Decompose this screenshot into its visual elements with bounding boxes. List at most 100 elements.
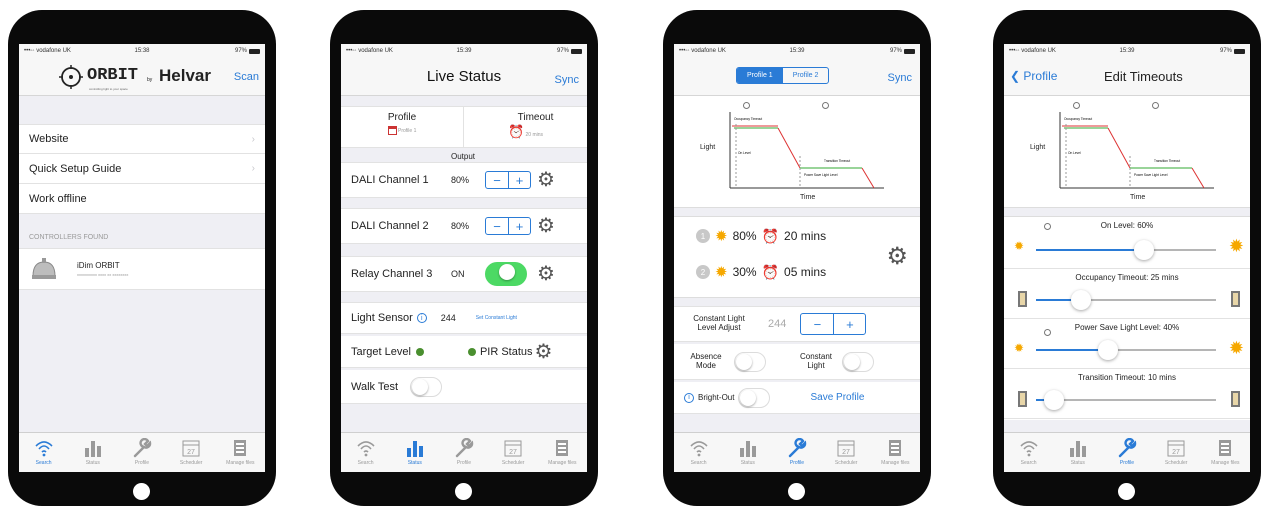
menu-item-quick-setup[interactable]: Quick Setup Guide › (19, 154, 265, 184)
tab-scheduler[interactable]: 27 Scheduler (823, 438, 869, 466)
dali-channel-2-row: DALI Channel 2 80% − + ⚙ (341, 208, 587, 244)
brand-name: Helvar (159, 66, 211, 85)
home-button[interactable] (133, 483, 150, 500)
constant-light-stepper[interactable]: − + (800, 313, 867, 335)
sync-button[interactable]: Sync (888, 72, 912, 84)
transition-slider-row: Transition Timeout: 10 mins (1004, 369, 1250, 419)
dimmer-stepper[interactable]: − + (485, 171, 531, 189)
tab-search[interactable]: Search (343, 438, 389, 466)
walk-test-toggle[interactable] (410, 376, 443, 397)
svg-text:Power Save Light Level: Power Save Light Level (1134, 173, 1168, 177)
set-constant-light-button[interactable]: Set Constant Light (476, 315, 517, 321)
tab-status[interactable]: Status (1055, 438, 1101, 466)
file-icon (556, 440, 569, 456)
page-title: Edit Timeouts (1104, 69, 1183, 84)
phone-3: •••◦◦ vodafone UK 15:39 97% Profile 1 Pr… (663, 10, 931, 506)
gear-icon[interactable]: ⚙ (537, 264, 555, 284)
section-header: CONTROLLERS FOUND (29, 234, 109, 241)
time-value: 20 mins (784, 229, 827, 243)
sync-button[interactable]: Sync (555, 74, 579, 86)
tab-status[interactable]: Status (725, 438, 771, 466)
info-icon[interactable]: i (684, 392, 694, 403)
minus-button[interactable]: − (801, 314, 833, 334)
bright-out-toggle[interactable] (738, 387, 771, 408)
relay-name: Relay Channel 3 (351, 268, 433, 280)
gear-icon[interactable]: ⚙ (886, 245, 908, 269)
dimmer-stepper[interactable]: − + (485, 217, 531, 235)
plus-button[interactable]: + (508, 172, 530, 188)
gear-icon[interactable]: ⚙ (537, 170, 555, 190)
gear-icon[interactable]: ⚙ (537, 216, 555, 236)
scan-button[interactable]: Scan (234, 71, 259, 83)
tab-manage-files[interactable]: Manage files (872, 438, 918, 466)
tab-profile[interactable]: Profile (774, 438, 820, 466)
wifi-icon (357, 441, 375, 457)
timeout-cell[interactable]: Timeout ⏰ 20 mins (464, 107, 587, 147)
profile-cell[interactable]: Profile Profile 1 (341, 107, 464, 147)
profile-row-2[interactable]: 2 ✹ 30% ⏰ 05 mins (696, 263, 826, 281)
svg-text:27: 27 (842, 449, 850, 456)
logo-text: ORBIT (87, 66, 139, 85)
tab-profile[interactable]: Profile (1104, 438, 1150, 466)
tab-scheduler[interactable]: 27 Scheduler (168, 438, 214, 466)
alarm-clock-icon: ⏰ (507, 124, 525, 139)
plus-button[interactable]: + (833, 314, 865, 334)
home-button[interactable] (455, 483, 472, 500)
menu-item-website[interactable]: Website › (19, 124, 265, 154)
minus-button[interactable]: − (486, 172, 508, 188)
minus-button[interactable]: − (486, 218, 508, 234)
plus-button[interactable]: + (508, 218, 530, 234)
status-bar: •••◦◦ vodafone UK 15:39 97% (341, 44, 587, 58)
segment-profile-2[interactable]: Profile 2 (783, 68, 829, 83)
tab-profile[interactable]: Profile (119, 438, 165, 466)
profile-graph: Light Time Occupancy Timeout On Level Tr… (674, 96, 920, 208)
constant-light-toggle[interactable] (842, 351, 874, 372)
occupancy-slider[interactable] (1036, 290, 1216, 310)
home-button[interactable] (788, 483, 805, 500)
tab-search[interactable]: Search (1006, 438, 1052, 466)
nav-bar: Profile 1 Profile 2 Sync (674, 58, 920, 96)
tab-manage-files[interactable]: Manage files (539, 438, 585, 466)
gear-icon[interactable]: ⚙ (535, 342, 553, 362)
calendar-icon (387, 126, 397, 135)
tab-status[interactable]: Status (392, 438, 438, 466)
channel-name: DALI Channel 1 (351, 174, 429, 186)
save-profile-button[interactable]: Save Profile (810, 392, 864, 403)
phone-1: •••◦◦ vodafone UK 15:38 97% ORBIT by con… (8, 10, 276, 506)
back-button[interactable]: ❮ Profile (1010, 69, 1057, 83)
power-save-slider[interactable] (1036, 340, 1216, 360)
tab-search[interactable]: Search (676, 438, 722, 466)
timeout-label: Timeout (517, 112, 554, 123)
screen-profile: •••◦◦ vodafone UK 15:39 97% Profile 1 Pr… (674, 44, 920, 472)
tab-status[interactable]: Status (70, 438, 116, 466)
info-icon[interactable]: i (416, 313, 427, 323)
tab-manage-files[interactable]: Manage files (217, 438, 263, 466)
nav-bar: Live Status Sync (341, 58, 587, 96)
tab-profile[interactable]: Profile (441, 438, 487, 466)
occupancy-label: Occupancy Timeout: 25 mins (1075, 273, 1179, 282)
menu-item-work-offline[interactable]: Work offline (19, 184, 265, 214)
file-icon (889, 440, 902, 456)
on-level-slider[interactable] (1036, 240, 1216, 260)
sun-bright-icon: ✹ (1228, 236, 1244, 256)
relay-value: ON (451, 269, 465, 279)
profile-value: Profile 1 (398, 127, 417, 134)
file-icon (234, 440, 247, 456)
controller-row[interactable]: iDim ORBIT xxxxxxxxxx xxxx xx xxxxxxxx (19, 248, 265, 290)
tab-search[interactable]: Search (21, 438, 67, 466)
home-button[interactable] (1118, 483, 1135, 500)
sun-dim-icon: ✹ (1014, 239, 1025, 253)
tab-manage-files[interactable]: Manage files (1202, 438, 1248, 466)
relay-toggle[interactable] (485, 262, 527, 286)
tab-scheduler[interactable]: 27 Scheduler (1153, 438, 1199, 466)
tab-scheduler[interactable]: 27 Scheduler (490, 438, 536, 466)
transition-slider[interactable] (1036, 390, 1216, 410)
svg-text:27: 27 (187, 449, 195, 456)
segment-profile-1[interactable]: Profile 1 (737, 68, 783, 83)
absence-mode-toggle[interactable] (734, 351, 766, 372)
calendar-icon: 27 (837, 440, 855, 457)
profile-row-1[interactable]: 1 ✹ 80% ⏰ 20 mins (696, 227, 826, 245)
on-level-slider-row: On Level: 60% ✹ ✹ (1004, 217, 1250, 269)
alarm-clock-icon: ⏰ (761, 227, 780, 244)
orbit-logo-icon (59, 65, 83, 89)
